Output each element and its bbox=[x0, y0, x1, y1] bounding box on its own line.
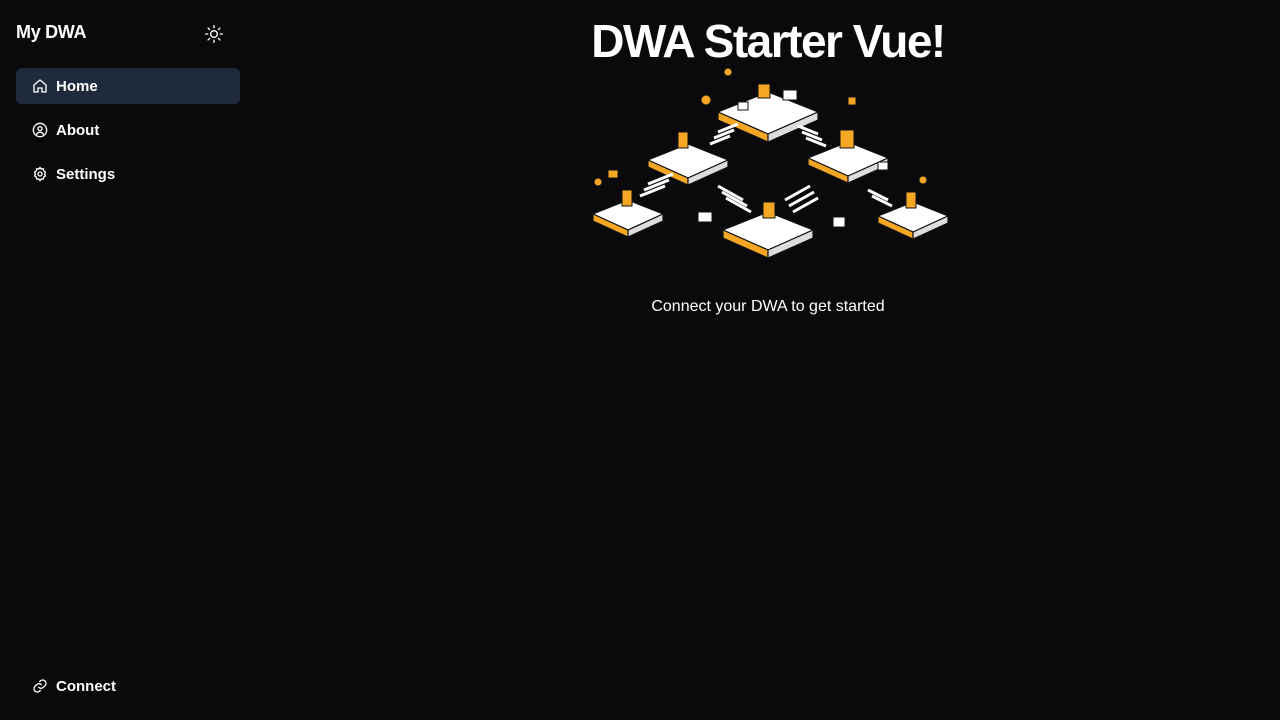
sidebar: My DWA Home About Settings Connect bbox=[0, 0, 256, 720]
sidebar-item-label: Home bbox=[56, 77, 98, 95]
app-brand[interactable]: My DWA bbox=[16, 22, 87, 43]
theme-toggle-button[interactable] bbox=[202, 22, 226, 46]
sidebar-item-settings[interactable]: Settings bbox=[16, 156, 240, 192]
sidebar-item-about[interactable]: About bbox=[16, 112, 240, 148]
home-icon bbox=[32, 78, 48, 94]
main-content: DWA Starter Vue! Connect your DWA to get… bbox=[256, 0, 1280, 720]
sun-icon bbox=[205, 25, 223, 43]
page-title: DWA Starter Vue! bbox=[591, 15, 946, 67]
link-icon bbox=[32, 678, 48, 694]
gear-icon bbox=[32, 166, 48, 182]
isometric-office-illustration bbox=[591, 67, 950, 259]
sidebar-item-label: Settings bbox=[56, 165, 116, 183]
connect-button[interactable]: Connect bbox=[16, 668, 240, 704]
sidebar-item-label: About bbox=[56, 121, 100, 139]
user-circle-icon bbox=[32, 122, 48, 138]
sidebar-item-home[interactable]: Home bbox=[16, 68, 240, 104]
connect-label: Connect bbox=[56, 677, 116, 695]
connect-prompt: Connect your DWA to get started bbox=[651, 298, 885, 315]
sidebar-nav: Home About Settings bbox=[16, 68, 240, 200]
